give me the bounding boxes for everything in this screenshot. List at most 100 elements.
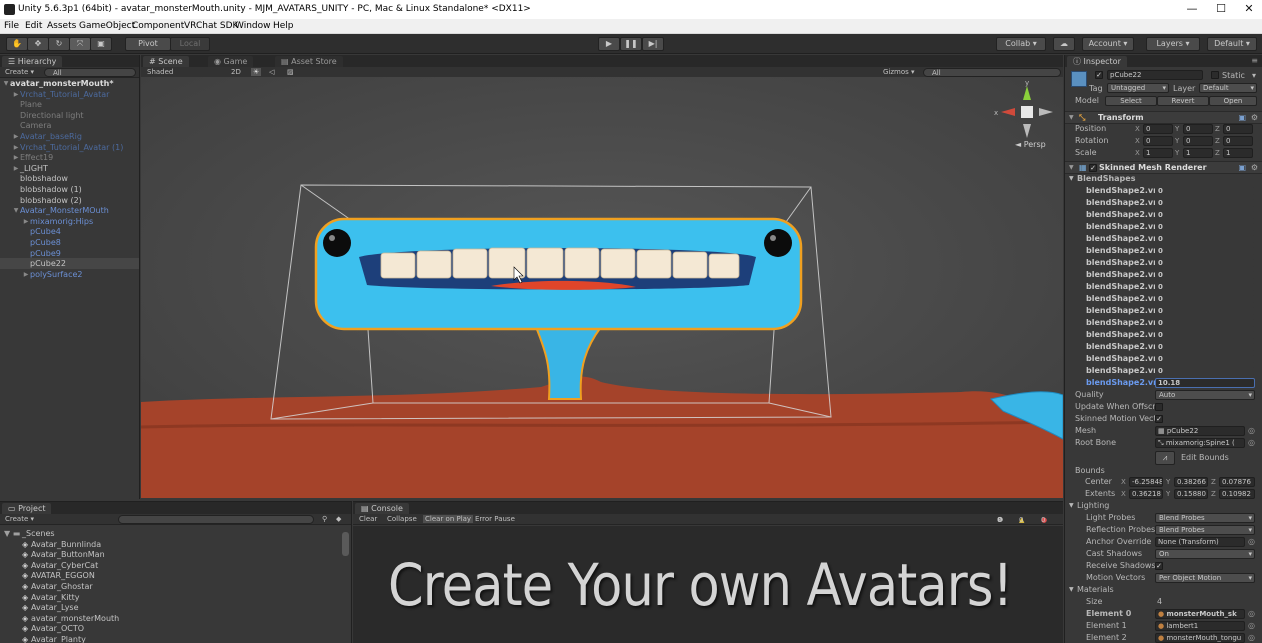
hand-tool-button[interactable]: ✋ <box>6 37 28 51</box>
blendshape-value-field[interactable]: 0 <box>1155 258 1255 268</box>
blendshape-value-field[interactable]: 0 <box>1155 318 1255 328</box>
transform-y-field[interactable]: 1 <box>1183 148 1213 158</box>
panel-menu-icon[interactable]: ≡ <box>1251 56 1258 65</box>
lighting-dropdown[interactable]: Per Object Motion <box>1155 573 1255 583</box>
extents-z-field[interactable]: 0.10982 <box>1219 489 1255 499</box>
project-search-input[interactable] <box>118 515 314 524</box>
lighting-dropdown[interactable]: Blend Probes <box>1155 513 1255 523</box>
menu-edit[interactable]: Edit <box>25 21 42 31</box>
hierarchy-search-input[interactable]: All <box>44 68 136 77</box>
tab-project[interactable]: ▭ Project <box>2 503 52 514</box>
blendshape-value-field[interactable]: 0 <box>1155 342 1255 352</box>
menu-file[interactable]: File <box>4 21 19 31</box>
hierarchy-row[interactable]: Camera <box>0 120 139 131</box>
blendshape-value-field[interactable]: 0 <box>1155 330 1255 340</box>
material-object-field[interactable]: ● lambert1 <box>1155 621 1245 631</box>
tag-dropdown[interactable]: Untagged <box>1107 83 1169 93</box>
persp-label[interactable]: ◄ Persp <box>1015 140 1046 149</box>
pause-button[interactable]: ❚❚ <box>620 37 642 51</box>
tab-hierarchy[interactable]: ☰ Hierarchy <box>2 56 63 67</box>
model-open-button[interactable]: Open <box>1209 96 1257 106</box>
project-scene-row[interactable]: ◈ Avatar_Ghostar <box>0 581 339 592</box>
material-object-field[interactable]: ● monsterMouth_sk <box>1155 609 1245 619</box>
material-picker-icon[interactable]: ◎ <box>1248 632 1255 643</box>
transform-x-field[interactable]: 0 <box>1143 136 1173 146</box>
materials-foldout[interactable]: ▼ Materials <box>1065 584 1262 596</box>
hierarchy-row[interactable]: pCube4 <box>0 226 139 237</box>
rect-tool-button[interactable]: ▣ <box>90 37 112 51</box>
edit-bounds-toggle[interactable]: ⩘ <box>1155 451 1175 465</box>
console-clear-on-play-toggle[interactable]: Clear on Play <box>423 515 474 523</box>
collapsed-arrow-icon[interactable]: ▶ <box>12 152 20 163</box>
tab-game[interactable]: ◉ Game <box>208 56 254 67</box>
tab-inspector[interactable]: ⓘ Inspector <box>1067 56 1127 67</box>
project-scene-row[interactable]: ◈ Avatar_OCTO <box>0 623 339 634</box>
audio-toggle-icon[interactable]: ◁ <box>269 68 274 76</box>
blendshape-value-field[interactable]: 0 <box>1155 198 1255 208</box>
object-picker-icon[interactable]: ◎ <box>1248 536 1255 548</box>
hierarchy-row[interactable]: ▶ _LIGHT <box>0 163 139 174</box>
blendshapes-foldout[interactable]: ▼ BlendShapes <box>1065 173 1262 185</box>
layer-dropdown[interactable]: Default <box>1199 83 1257 93</box>
blendshape-value-field[interactable]: 0 <box>1155 210 1255 220</box>
collapsed-arrow-icon[interactable]: ▶ <box>12 163 20 174</box>
mesh-field[interactable]: ▦ pCube22 <box>1155 426 1245 436</box>
lighting-foldout[interactable]: ▼ Lighting <box>1065 500 1262 512</box>
project-scrollbar[interactable] <box>342 532 349 556</box>
transform-z-field[interactable]: 0 <box>1223 124 1253 134</box>
transform-z-field[interactable]: 1 <box>1223 148 1253 158</box>
layers-dropdown[interactable]: Layers ▾ <box>1146 37 1200 51</box>
scale-tool-button[interactable]: ⤧ <box>69 37 91 51</box>
hierarchy-row[interactable]: ▶ Vrchat_Tutorial_Avatar <box>0 89 139 100</box>
skinned-motion-checkbox[interactable]: ✓ <box>1155 415 1163 423</box>
close-button[interactable]: ✕ <box>1237 1 1261 17</box>
tab-scene[interactable]: # Scene <box>143 56 189 67</box>
static-dropdown-icon[interactable]: ▾ <box>1252 71 1256 80</box>
hierarchy-row[interactable]: Plane <box>0 99 139 110</box>
lighting-dropdown[interactable]: On <box>1155 549 1255 559</box>
tab-console[interactable]: ▤ Console <box>355 503 409 514</box>
hierarchy-row[interactable]: Directional light <box>0 110 139 121</box>
hierarchy-row[interactable]: ▼ Avatar_MonsterMOuth <box>0 205 139 216</box>
lighting-toggle-icon[interactable]: ☀ <box>251 68 262 76</box>
hierarchy-row[interactable]: ▼ avatar_monsterMouth* <box>0 78 139 89</box>
project-scene-row[interactable]: ◈ Avatar_Bunnlinda <box>0 539 339 550</box>
tab-asset-store[interactable]: ▤ Asset Store <box>275 56 343 67</box>
minimize-button[interactable]: — <box>1180 1 1204 17</box>
material-object-field[interactable]: ● monsterMouth_tongu <box>1155 633 1245 643</box>
hierarchy-row[interactable]: blobshadow (2) <box>0 195 139 206</box>
model-select-button[interactable]: Select <box>1105 96 1157 106</box>
menu-gameobject[interactable]: GameObject <box>79 21 135 31</box>
center-y-field[interactable]: 0.38266 <box>1174 477 1208 487</box>
project-scene-row[interactable]: ◈ avatar_monsterMouth <box>0 613 339 624</box>
layout-dropdown[interactable]: Default ▾ <box>1207 37 1257 51</box>
collapsed-arrow-icon[interactable]: ▶ <box>22 269 30 280</box>
transform-z-field[interactable]: 0 <box>1223 136 1253 146</box>
scene-search-input[interactable]: All <box>923 68 1061 77</box>
blendshape-value-field[interactable]: 0 <box>1155 270 1255 280</box>
project-scene-row[interactable]: ◈ Avatar_ButtonMan <box>0 549 339 560</box>
model-revert-button[interactable]: Revert <box>1157 96 1209 106</box>
blendshape-value-field[interactable]: 0 <box>1155 354 1255 364</box>
material-picker-icon[interactable]: ◎ <box>1248 608 1255 620</box>
console-clear-button[interactable]: Clear <box>359 515 377 523</box>
project-scene-row[interactable]: ◈ AVATAR_EGGON <box>0 570 339 581</box>
lighting-object-field[interactable]: None (Transform) <box>1155 537 1245 547</box>
blendshape-value-field[interactable]: 0 <box>1155 246 1255 256</box>
menu-assets[interactable]: Assets <box>47 21 76 31</box>
lighting-dropdown[interactable]: Blend Probes <box>1155 525 1255 535</box>
static-checkbox[interactable] <box>1211 71 1219 79</box>
hierarchy-row[interactable]: ▶ mixamorig:Hips <box>0 216 139 227</box>
blendshape-value-field[interactable]: 0 <box>1155 222 1255 232</box>
lighting-checkbox[interactable]: ✓ <box>1155 562 1163 570</box>
collapsed-arrow-icon[interactable]: ▶ <box>12 89 20 100</box>
hierarchy-row[interactable]: blobshadow <box>0 173 139 184</box>
blendshape-value-field[interactable]: 0 <box>1155 282 1255 292</box>
menu-vrchat-sdk[interactable]: VRChat SDK <box>184 21 238 31</box>
hierarchy-row[interactable]: pCube22 <box>0 258 139 270</box>
transform-x-field[interactable]: 0 <box>1143 124 1173 134</box>
cloud-button[interactable]: ☁ <box>1053 37 1075 51</box>
skinned-enabled-checkbox[interactable]: ✓ <box>1089 164 1097 172</box>
mesh-picker-icon[interactable]: ◎ <box>1248 425 1255 437</box>
gizmos-dropdown[interactable]: Gizmos ▾ <box>883 68 915 76</box>
